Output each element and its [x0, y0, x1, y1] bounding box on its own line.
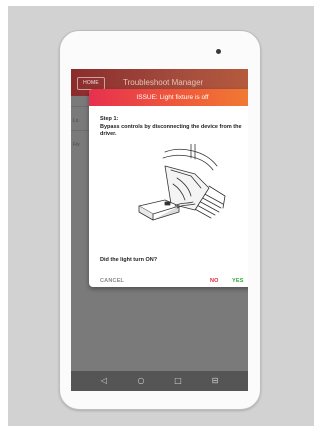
- cancel-button[interactable]: CANCEL: [100, 278, 124, 285]
- background-label: Lo: [73, 118, 79, 124]
- android-nav-bar: ◁ ○ □ ⊟: [71, 371, 248, 391]
- issue-dialog: ISSUE: Light fixture is off Step 1: Bypa…: [89, 89, 248, 287]
- menu-icon[interactable]: ⊟: [210, 376, 220, 386]
- question-text: Did the light turn ON?: [100, 257, 158, 263]
- tablet-screen: HOME Troubleshoot Manager Lo Fix ISSUE: …: [71, 69, 248, 391]
- tablet-device: HOME Troubleshoot Manager Lo Fix ISSUE: …: [59, 30, 261, 410]
- no-button[interactable]: NO: [210, 278, 219, 285]
- device-disconnect-illustration: [138, 144, 226, 221]
- app-title: Troubleshoot Manager: [123, 78, 204, 87]
- yes-button[interactable]: YES: [232, 278, 244, 285]
- back-icon[interactable]: ◁: [99, 376, 109, 386]
- step-title: Step 1:: [100, 116, 119, 122]
- home-circle-icon[interactable]: ○: [136, 376, 146, 386]
- step-instruction: Bypass controls by disconnecting the dev…: [100, 124, 242, 137]
- recents-square-icon[interactable]: □: [173, 376, 183, 386]
- dialog-title: ISSUE: Light fixture is off: [89, 89, 248, 106]
- background-label: Fix: [73, 142, 80, 148]
- front-camera: [216, 49, 221, 54]
